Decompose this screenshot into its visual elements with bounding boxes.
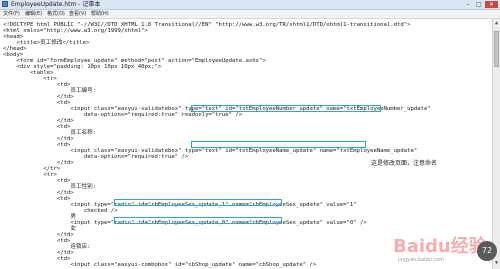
title-bar: EmployeeUpdate.htm - 记事本 – □ ✕ xyxy=(0,0,500,10)
minimize-button[interactable]: – xyxy=(463,1,473,8)
annotation-text: 这是修改页面，注意命名 xyxy=(371,160,438,167)
close-button[interactable]: ✕ xyxy=(485,1,498,8)
highlight-id-employee-number xyxy=(191,105,381,112)
code-line: <input class="easyui-combobox" id="cbSho… xyxy=(3,262,317,268)
window-title: EmployeeUpdate.htm - 记事本 xyxy=(11,1,101,8)
menu-bar: 文件(F) 编辑(E) 格式(O) 查看(V) 帮助(H) xyxy=(0,10,500,19)
highlight-id-sex-1 xyxy=(114,199,282,206)
code-line: <html xmlns="http://www.w3.org/1999/xhtm… xyxy=(3,28,148,34)
scroll-up-arrow-icon[interactable]: ▲ xyxy=(494,20,499,27)
menu-edit[interactable]: 编辑(E) xyxy=(25,10,42,18)
vertical-scrollbar[interactable]: ▲ ▼ xyxy=(492,19,500,269)
scrollbar-thumb[interactable] xyxy=(494,31,499,67)
menu-view[interactable]: 查看(V) xyxy=(69,10,86,18)
maximize-button[interactable]: □ xyxy=(474,1,484,8)
notepad-icon xyxy=(2,1,8,7)
highlight-id-sex-0 xyxy=(114,217,282,224)
watermark-url: jingyan.baidu.com xyxy=(398,257,445,263)
page-badge: 72 xyxy=(477,241,497,261)
highlight-id-employee-name xyxy=(191,141,366,148)
menu-help[interactable]: 帮助(H) xyxy=(91,10,109,18)
watermark-logo: Baidu经验 xyxy=(393,236,487,257)
menu-file[interactable]: 文件(F) xyxy=(3,10,20,18)
menu-format[interactable]: 格式(O) xyxy=(47,10,65,18)
scroll-down-arrow-icon[interactable]: ▼ xyxy=(494,260,499,267)
